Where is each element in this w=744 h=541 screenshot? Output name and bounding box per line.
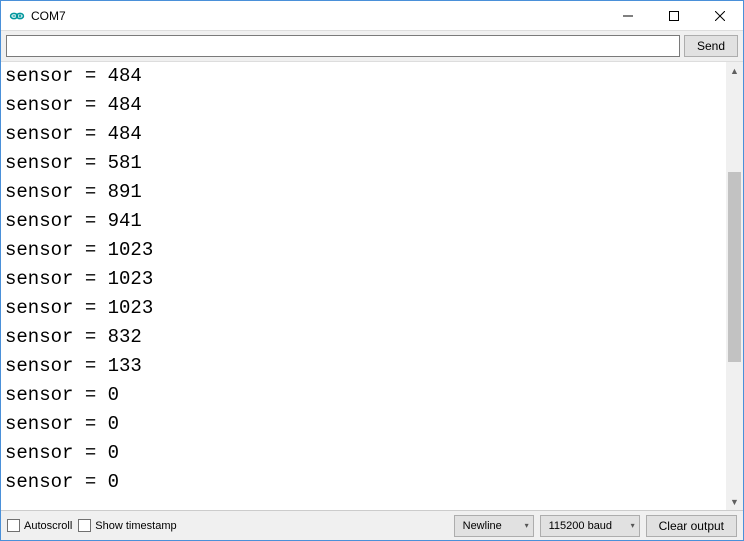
send-button[interactable]: Send	[684, 35, 738, 57]
checkbox-box	[78, 519, 91, 532]
window-controls	[605, 1, 743, 30]
scroll-down-arrow-icon[interactable]: ▼	[726, 493, 743, 510]
chevron-down-icon: ▾	[525, 521, 529, 530]
serial-monitor-window: COM7 Send sensor = 484 sensor = 484 sens…	[0, 0, 744, 541]
vertical-scrollbar[interactable]: ▲ ▼	[726, 62, 743, 510]
scroll-thumb[interactable]	[728, 172, 741, 362]
serial-input[interactable]	[6, 35, 680, 57]
chevron-down-icon: ▾	[631, 521, 635, 530]
window-title: COM7	[31, 9, 605, 23]
baud-rate-value: 115200 baud	[549, 520, 612, 532]
close-button[interactable]	[697, 1, 743, 30]
autoscroll-label: Autoscroll	[24, 520, 72, 532]
line-ending-value: Newline	[463, 520, 502, 532]
input-row: Send	[1, 31, 743, 61]
footer-bar: Autoscroll Show timestamp Newline ▾ 1152…	[1, 510, 743, 540]
baud-rate-select[interactable]: 115200 baud ▾	[540, 515, 640, 537]
serial-output-text: sensor = 484 sensor = 484 sensor = 484 s…	[5, 62, 725, 510]
line-ending-select[interactable]: Newline ▾	[454, 515, 534, 537]
checkbox-box	[7, 519, 20, 532]
titlebar: COM7	[1, 1, 743, 31]
minimize-button[interactable]	[605, 1, 651, 30]
autoscroll-checkbox[interactable]: Autoscroll	[7, 519, 72, 532]
show-timestamp-checkbox[interactable]: Show timestamp	[78, 519, 176, 532]
scroll-up-arrow-icon[interactable]: ▲	[726, 62, 743, 79]
arduino-icon	[9, 8, 25, 24]
clear-output-button[interactable]: Clear output	[646, 515, 737, 537]
timestamp-label: Show timestamp	[95, 520, 176, 532]
output-area: sensor = 484 sensor = 484 sensor = 484 s…	[1, 61, 743, 510]
maximize-button[interactable]	[651, 1, 697, 30]
